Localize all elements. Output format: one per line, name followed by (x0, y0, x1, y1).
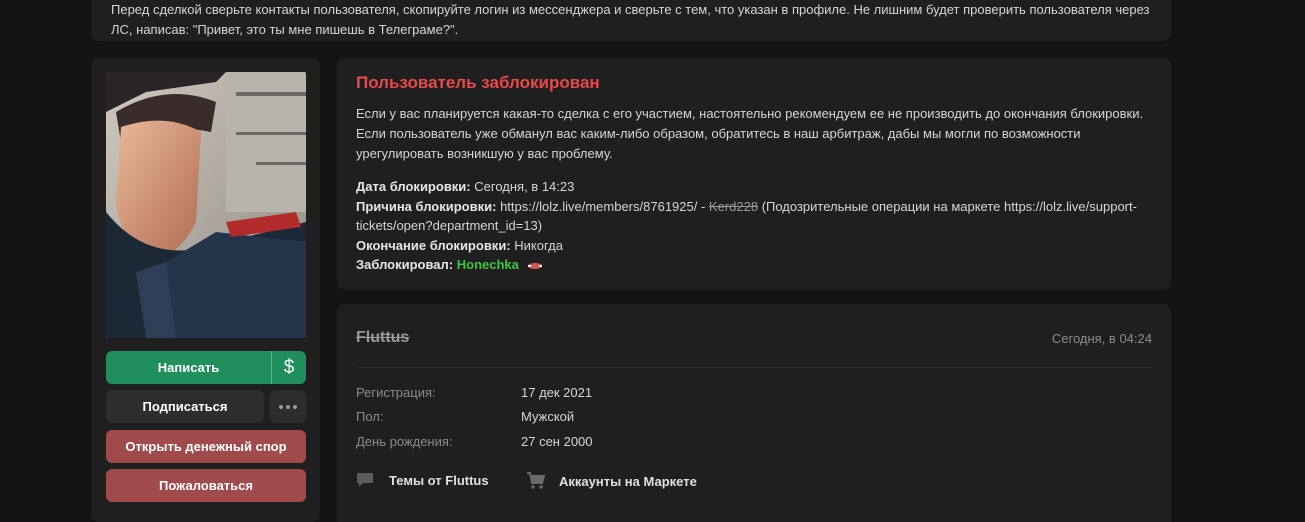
last-seen: Сегодня, в 04:24 (1051, 331, 1152, 346)
ban-details: Дата блокировки: Сегодня, в 14:23 Причин… (356, 177, 1156, 275)
ban-reason-user[interactable]: Kerd228 (709, 199, 758, 214)
profile-username: Fluttus (356, 329, 410, 346)
info-value: 27 сен 2000 (521, 434, 593, 449)
notice-panel: Перед сделкой сверьте контакты пользоват… (91, 0, 1171, 41)
ban-date-row: Дата блокировки: Сегодня, в 14:23 (356, 177, 1156, 197)
avatar-photo (106, 72, 306, 338)
profile-info-panel: Fluttus Сегодня, в 04:24 Регистрация: 17… (337, 304, 1171, 522)
cart-icon (527, 472, 546, 489)
ban-date-value: Сегодня, в 14:23 (474, 179, 575, 194)
threads-link-label: Темы от Fluttus (389, 472, 489, 488)
info-value: 17 дек 2021 (521, 385, 593, 400)
ban-reason-link[interactable]: https://lolz.live/members/8761925/ (500, 199, 697, 214)
subscribe-button[interactable]: Подписаться (106, 390, 264, 423)
banned-by-label: Заблокировал: (356, 257, 454, 272)
ban-description: Если у вас планируется какая-то сделка с… (356, 106, 1144, 161)
ban-date-label: Дата блокировки: (356, 179, 471, 194)
ban-reason-separator: - (697, 198, 709, 214)
more-options-button[interactable] (270, 390, 306, 423)
banned-by-moderator[interactable]: Honechka (457, 257, 519, 272)
write-message-button[interactable]: Написать (106, 351, 271, 384)
info-label: Регистрация: (356, 385, 436, 400)
market-link[interactable]: Аккаунты на Маркете (526, 472, 697, 490)
profile-sidebar: Написать $ Подписаться Открыть денежный … (91, 58, 320, 522)
divider (356, 367, 1152, 368)
threads-link[interactable]: Темы от Fluttus (356, 472, 489, 488)
report-button[interactable]: Пожаловаться (106, 469, 306, 502)
ban-end-value: Никогда (514, 237, 563, 253)
ban-end-row: Окончание блокировки: Никогда (356, 236, 1156, 256)
avatar[interactable] (106, 72, 306, 338)
ban-notice-panel: Пользователь заблокирован Если у вас пла… (337, 58, 1171, 290)
banned-by-row: Заблокировал: Honechka (356, 255, 1156, 275)
notice-text: Перед сделкой сверьте контакты пользоват… (111, 2, 1150, 37)
info-label: День рождения: (356, 434, 453, 449)
open-dispute-button[interactable]: Открыть денежный спор (106, 430, 306, 463)
ban-reason-label: Причина блокировки: (356, 198, 497, 214)
ban-end-label: Окончание блокировки: (356, 237, 511, 253)
market-link-label: Аккаунты на Маркете (559, 473, 697, 489)
send-money-button[interactable]: $ (271, 351, 306, 384)
chat-bubble-icon (357, 473, 373, 487)
dollar-icon: $ (283, 356, 295, 378)
info-label: Пол: (356, 409, 384, 424)
info-value: Мужской (521, 409, 575, 424)
ban-reason-row: Причина блокировки: https://lolz.live/me… (356, 197, 1156, 236)
ban-title: Пользователь заблокирован (356, 73, 600, 92)
ellipsis-icon (279, 404, 297, 409)
moderator-badge-icon (527, 262, 542, 269)
